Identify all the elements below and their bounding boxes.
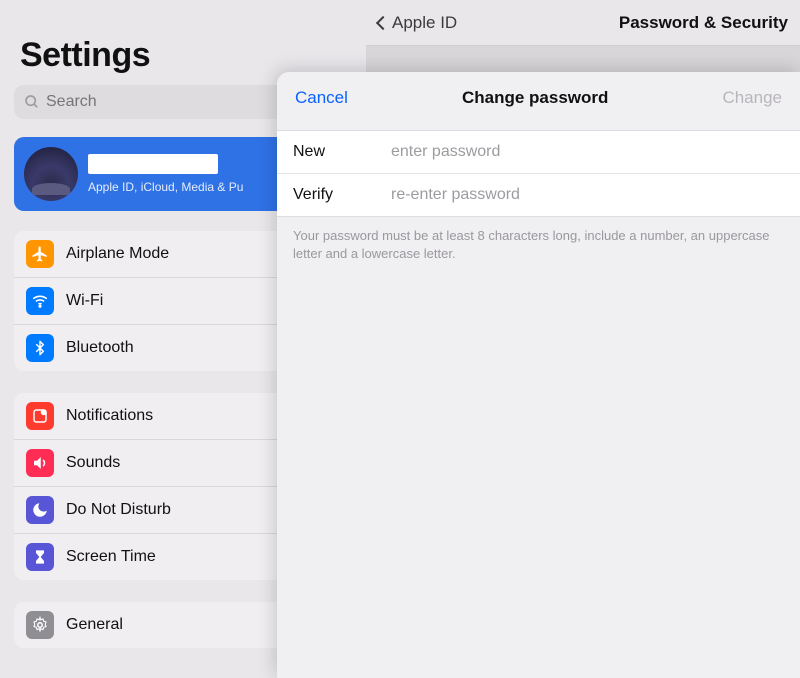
modal-title: Change password <box>462 88 608 108</box>
change-button[interactable]: Change <box>722 88 782 108</box>
bluetooth-icon <box>26 334 54 362</box>
back-label: Apple ID <box>392 13 457 33</box>
new-password-label: New <box>293 143 391 161</box>
wifi-icon <box>26 287 54 315</box>
new-password-row: New <box>277 131 800 174</box>
page-title: Settings <box>20 36 352 75</box>
moon-icon <box>26 496 54 524</box>
detail-title: Password & Security <box>619 13 788 33</box>
profile-name-redacted <box>88 154 218 174</box>
chevron-left-icon <box>376 15 390 29</box>
back-button[interactable]: Apple ID <box>378 13 457 33</box>
airplane-icon <box>26 240 54 268</box>
verify-password-label: Verify <box>293 186 391 204</box>
sidebar-item-label: Wi-Fi <box>66 292 308 310</box>
modal-header: Cancel Change password Change <box>277 72 800 130</box>
cancel-button[interactable]: Cancel <box>295 88 348 108</box>
detail-header: Apple ID Password & Security <box>366 0 800 46</box>
gear-icon <box>26 611 54 639</box>
verify-password-input[interactable] <box>391 186 784 204</box>
verify-password-row: Verify <box>277 174 800 216</box>
profile-subtitle: Apple ID, iCloud, Media & Pu <box>88 180 243 194</box>
notifications-icon <box>26 402 54 430</box>
search-icon <box>24 94 40 110</box>
hourglass-icon <box>26 543 54 571</box>
profile-text: Apple ID, iCloud, Media & Pu <box>88 154 243 194</box>
new-password-input[interactable] <box>391 143 784 161</box>
change-password-sheet: Cancel Change password Change New Verify… <box>277 72 800 678</box>
password-hint: Your password must be at least 8 charact… <box>277 217 800 273</box>
sounds-icon <box>26 449 54 477</box>
password-fields: New Verify <box>277 130 800 217</box>
avatar <box>24 147 78 201</box>
